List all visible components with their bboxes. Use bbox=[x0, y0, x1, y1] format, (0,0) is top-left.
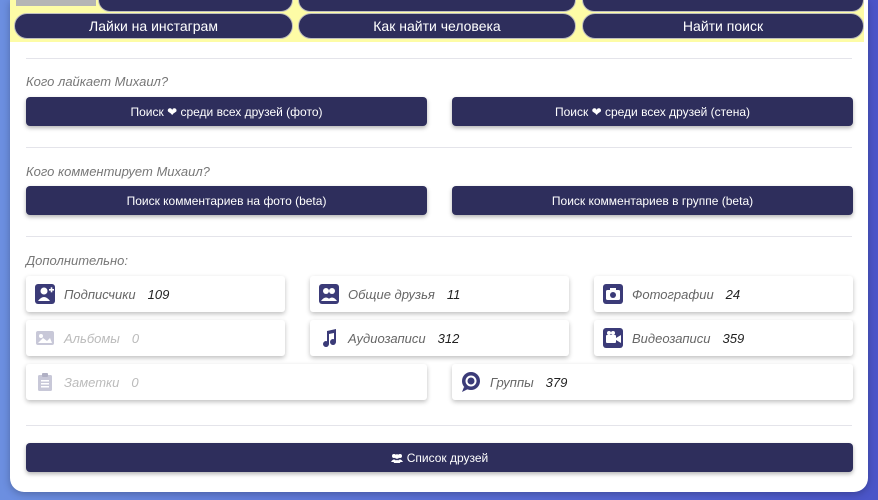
stat-label: Альбомы bbox=[64, 330, 120, 346]
top-button-3[interactable] bbox=[582, 0, 864, 12]
stat-value: 109 bbox=[147, 286, 170, 302]
stat-value: 0 bbox=[131, 330, 140, 346]
image-icon bbox=[34, 327, 56, 349]
stat-value: 379 bbox=[545, 374, 568, 390]
friends-icon bbox=[318, 283, 340, 305]
video-camera-icon bbox=[602, 327, 624, 349]
divider bbox=[26, 236, 852, 237]
stat-label: Заметки bbox=[64, 374, 120, 390]
friends-list-button[interactable]: Список друзей bbox=[26, 443, 853, 472]
comments-group-search-button[interactable]: Поиск комментариев в группе (beta) bbox=[452, 186, 853, 215]
find-search-button[interactable]: Найти поиск bbox=[582, 13, 864, 39]
friends-list-label: Список друзей bbox=[406, 450, 489, 465]
divider bbox=[26, 58, 852, 59]
stat-label: Фотографии bbox=[632, 286, 714, 302]
stat-label: Подписчики bbox=[64, 286, 136, 302]
stat-value: 0 bbox=[131, 374, 139, 390]
stat-label: Общие друзья bbox=[348, 286, 435, 302]
likes-wall-search-button[interactable]: Поиск ❤ среди всех друзей (стена) bbox=[452, 97, 853, 126]
albums-stat[interactable]: Альбомы 0 bbox=[26, 320, 285, 356]
followers-stat[interactable]: Подписчики 109 bbox=[26, 276, 285, 312]
stat-value: 312 bbox=[437, 330, 460, 346]
stat-value: 24 bbox=[725, 286, 741, 302]
top-banner: Лайки на инстаграм Как найти человека На… bbox=[10, 0, 864, 42]
stat-label: Аудиозаписи bbox=[348, 330, 426, 346]
clipboard-icon bbox=[34, 371, 56, 393]
camera-icon bbox=[602, 283, 624, 305]
likes-photo-search-button[interactable]: Поиск ❤ среди всех друзей (фото) bbox=[26, 97, 427, 126]
comments-photo-search-button[interactable]: Поиск комментариев на фото (beta) bbox=[26, 186, 427, 215]
audio-stat[interactable]: Аудиозаписи 312 bbox=[310, 320, 569, 356]
chat-bubble-icon bbox=[460, 371, 482, 393]
stat-label: Группы bbox=[490, 374, 534, 390]
mutual-friends-stat[interactable]: Общие друзья 11 bbox=[310, 276, 569, 312]
photos-stat[interactable]: Фотографии 24 bbox=[594, 276, 853, 312]
friends-icon bbox=[390, 453, 403, 463]
top-button-1[interactable] bbox=[98, 0, 293, 12]
stat-value: 359 bbox=[722, 330, 745, 346]
stat-label: Видеозаписи bbox=[632, 330, 711, 346]
instagram-likes-button[interactable]: Лайки на инстаграм bbox=[14, 13, 293, 39]
likes-section-title: Кого лайкает Михаил? bbox=[26, 74, 169, 89]
main-card: Лайки на инстаграм Как найти человека На… bbox=[10, 0, 868, 492]
top-button-2[interactable] bbox=[298, 0, 576, 12]
find-person-button[interactable]: Как найти человека bbox=[298, 13, 576, 39]
comments-section-title: Кого комментирует Михаил? bbox=[26, 164, 210, 179]
videos-stat[interactable]: Видеозаписи 359 bbox=[594, 320, 853, 356]
divider bbox=[26, 425, 852, 426]
notes-stat[interactable]: Заметки 0 bbox=[26, 364, 427, 400]
groups-stat[interactable]: Группы 379 bbox=[452, 364, 853, 400]
divider bbox=[26, 147, 852, 148]
music-note-icon bbox=[318, 327, 340, 349]
add-user-icon bbox=[34, 283, 56, 305]
cut-off-element bbox=[16, 0, 96, 6]
stat-value: 11 bbox=[446, 286, 461, 302]
extra-section-title: Дополнительно: bbox=[26, 253, 128, 268]
